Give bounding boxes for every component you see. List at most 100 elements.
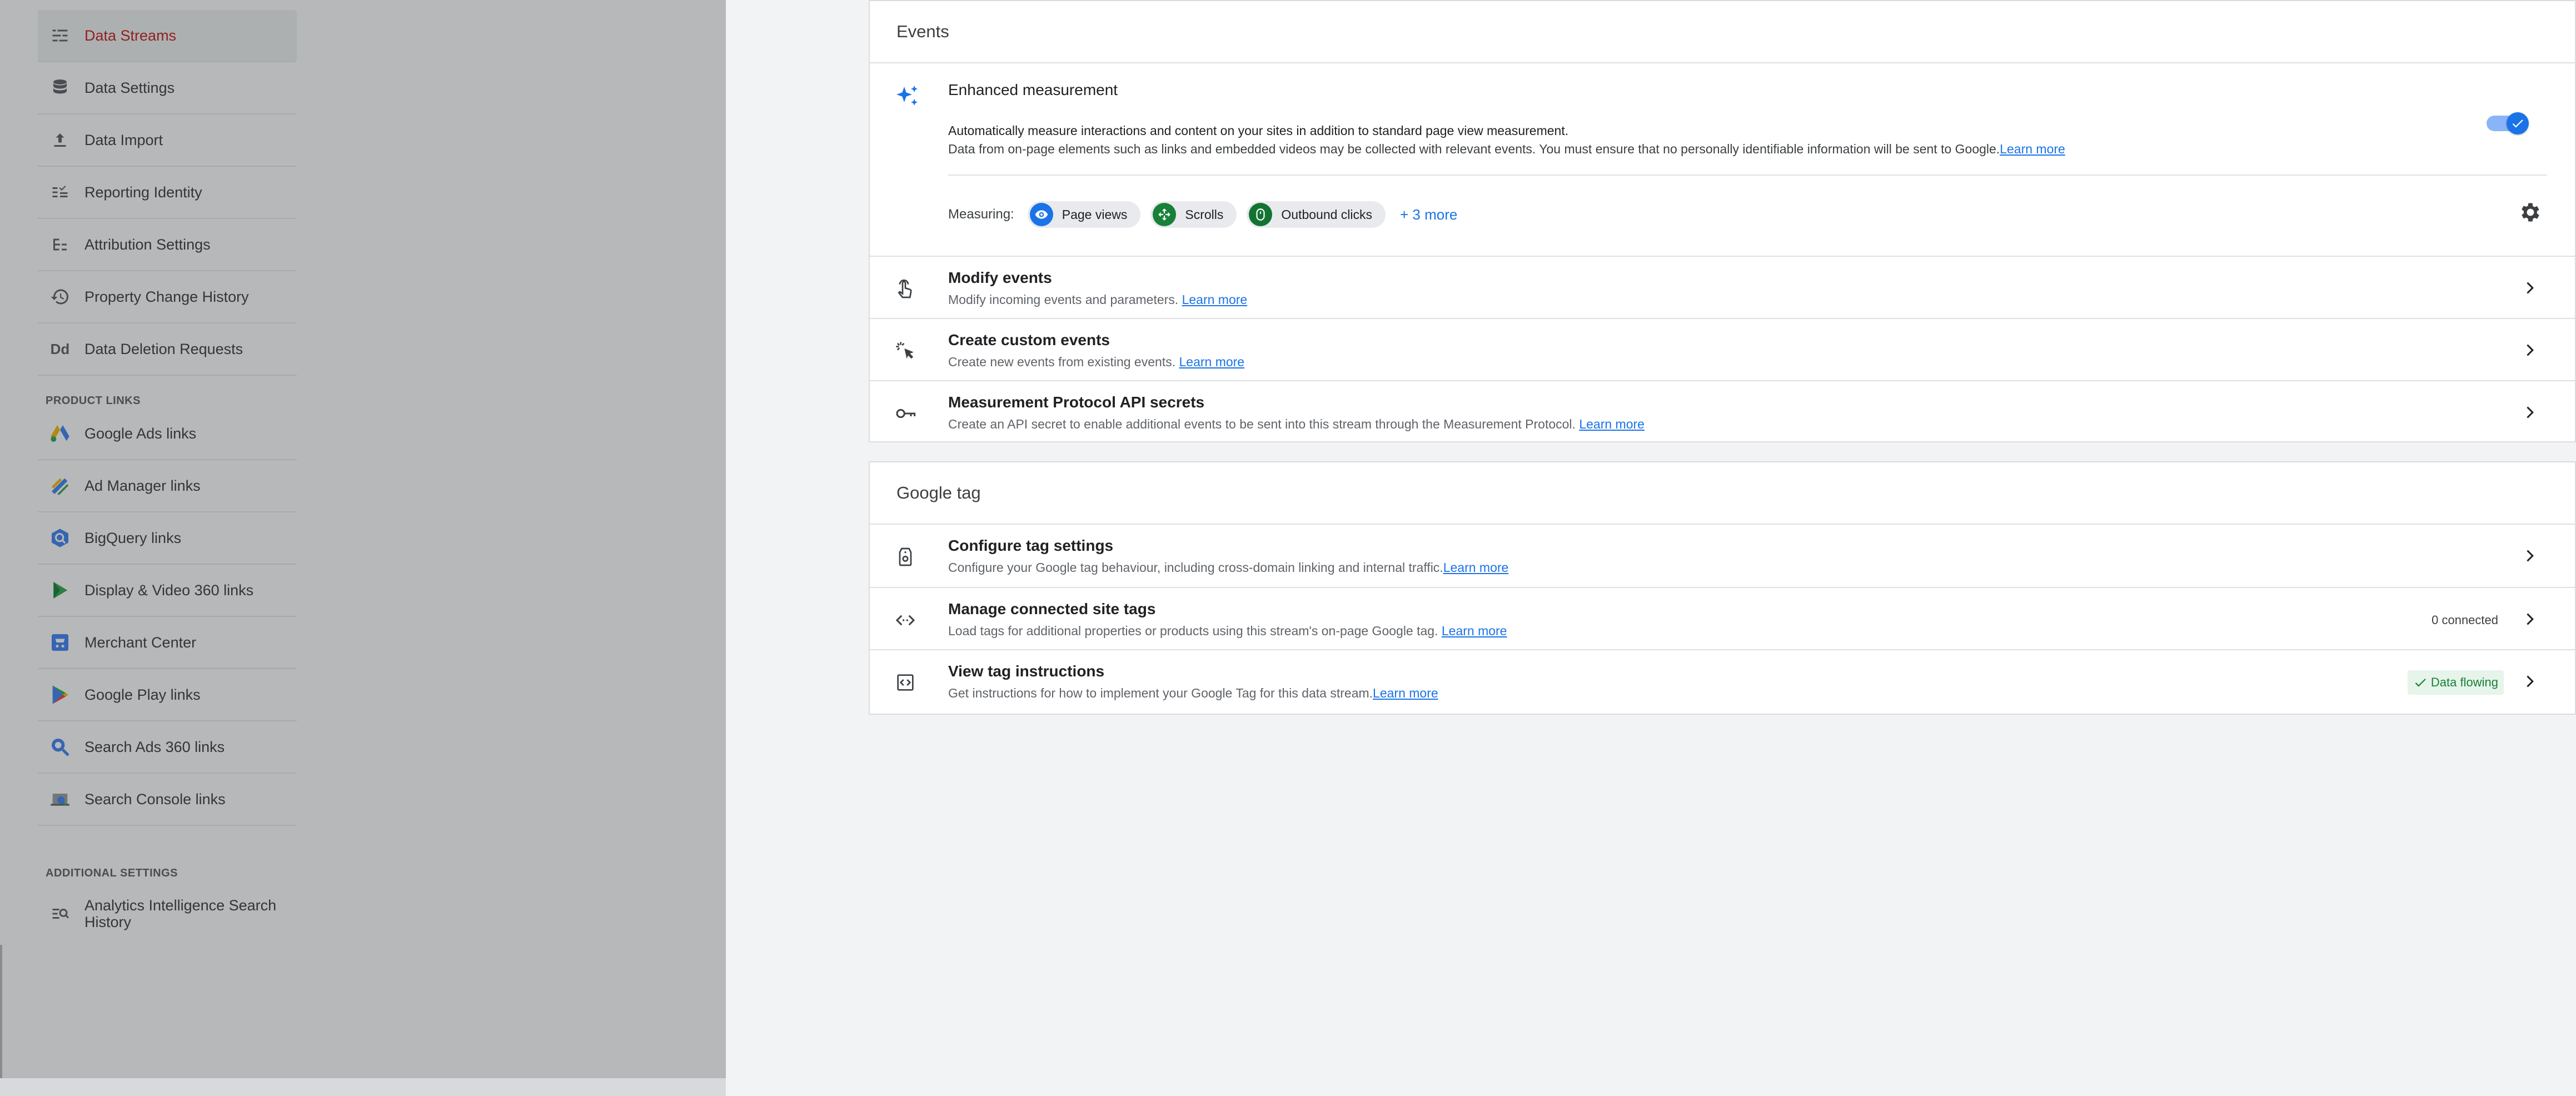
measuring-label: Measuring: <box>948 207 1014 222</box>
sidebar-item-data-import[interactable]: Data Import <box>38 114 297 167</box>
sidebar-item-google-play-links[interactable]: Google Play links <box>38 669 297 721</box>
chevron-right-icon[interactable] <box>2519 670 2542 693</box>
sidebar-edge <box>0 945 2 1078</box>
configure-tag-settings-row[interactable]: Configure tag settings Configure your Go… <box>870 525 2575 587</box>
sidebar-item-label-line1: Analytics Intelligence Search <box>84 897 277 914</box>
sidebar-item-data-settings[interactable]: Data Settings <box>38 62 297 114</box>
create-custom-events-row[interactable]: Create custom events Create new events f… <box>870 318 2575 380</box>
sidebar-item-data-streams[interactable]: Data Streams <box>38 10 297 62</box>
sidebar-item-google-ads-links[interactable]: Google Ads links <box>38 408 297 460</box>
learn-more-link[interactable]: Learn more <box>1179 355 1244 369</box>
search-ads-icon <box>49 736 71 758</box>
sidebar-item-label: BigQuery links <box>84 529 182 546</box>
badge-label: Data flowing <box>2430 675 2498 689</box>
chevron-right-icon[interactable] <box>2519 545 2542 567</box>
chevron-right-icon[interactable] <box>2519 401 2542 424</box>
sidebar-item-attribution-settings[interactable]: Attribution Settings <box>38 219 297 271</box>
sidebar-item-search-console-links[interactable]: Search Console links <box>38 774 297 826</box>
sidebar-item-label: Search Ads 360 links <box>84 738 225 755</box>
row-title: Manage connected site tags <box>948 600 1156 617</box>
admin-sidebar: Data Streams Data Settings Data Import R… <box>0 0 726 1096</box>
check-icon <box>2512 119 2523 128</box>
sidebar-item-merchant-center[interactable]: Merchant Center <box>38 617 297 669</box>
learn-more-link[interactable]: Learn more <box>1442 624 1507 638</box>
upload-icon <box>49 129 71 151</box>
product-links-heading: PRODUCT LINKS <box>46 395 141 407</box>
chip-label: Page views <box>1062 207 1128 222</box>
history-icon <box>49 286 71 308</box>
more-measurements-link[interactable]: + 3 more <box>1400 206 1457 223</box>
row-description-text: Load tags for additional properties or p… <box>948 624 1438 638</box>
learn-more-link[interactable]: Learn more <box>1373 686 1438 700</box>
sidebar-item-label: Display & Video 360 links <box>84 581 254 599</box>
events-card: Events Enhanced measurement Automaticall… <box>869 0 2576 442</box>
learn-more-link[interactable]: Learn more <box>1579 417 1645 431</box>
chevron-right-icon[interactable] <box>2519 277 2542 299</box>
google-play-icon <box>49 684 71 706</box>
events-card-title: Events <box>870 1 2575 63</box>
sidebar-item-data-deletion-requests[interactable]: Dd Data Deletion Requests <box>38 323 297 376</box>
row-description: Create new events from existing events. … <box>948 355 1244 370</box>
chip-label: Outbound clicks <box>1281 207 1373 222</box>
row-title: Measurement Protocol API secrets <box>948 393 1205 411</box>
row-description-text: Configure your Google tag behaviour, inc… <box>948 560 1443 575</box>
learn-more-link[interactable]: Learn more <box>1443 560 1509 575</box>
reporting-identity-icon <box>49 181 71 203</box>
modify-events-row[interactable]: Modify events Modify incoming events and… <box>870 256 2575 318</box>
enhanced-measurement-toggle[interactable] <box>2487 112 2529 134</box>
chip-scrolls: Scrolls <box>1150 201 1237 228</box>
google-tag-card-title: Google tag <box>870 462 2575 525</box>
sidebar-item-label: Data Streams <box>84 27 177 44</box>
dv360-icon <box>49 579 71 601</box>
search-history-icon <box>49 903 71 925</box>
sidebar-item-search-ads-360-links[interactable]: Search Ads 360 links <box>38 721 297 774</box>
sidebar-item-dv360-links[interactable]: Display & Video 360 links <box>38 565 297 617</box>
sidebar-item-label: Reporting Identity <box>84 183 202 201</box>
sidebar-item-ad-manager-links[interactable]: Ad Manager links <box>38 460 297 512</box>
sidebar-item-label: Data Settings <box>84 79 175 96</box>
measuring-chips: Measuring: Page views Scrolls Outbound c… <box>948 201 1457 228</box>
connected-count-badge: 0 connected <box>2431 613 2498 627</box>
check-icon <box>2415 679 2426 687</box>
chip-page-views: Page views <box>1027 201 1141 228</box>
sidebar-item-reporting-identity[interactable]: Reporting Identity <box>38 167 297 219</box>
eye-icon <box>1029 203 1053 226</box>
data-flowing-badge: Data flowing <box>2407 670 2504 695</box>
sidebar-item-bigquery-links[interactable]: BigQuery links <box>38 512 297 565</box>
row-description-text: Create new events from existing events. <box>948 355 1176 369</box>
row-description-text: Get instructions for how to implement yo… <box>948 686 1373 700</box>
privacy-note-text: Data from on-page elements such as links… <box>948 142 2000 156</box>
sparkle-click-icon <box>894 340 916 362</box>
view-tag-instructions-row[interactable]: View tag instructions Get instructions f… <box>870 649 2575 711</box>
sidebar-item-label: Google Play links <box>84 686 201 703</box>
manage-connected-site-tags-row[interactable]: Manage connected site tags Load tags for… <box>870 587 2575 649</box>
additional-settings-heading: ADDITIONAL SETTINGS <box>46 867 178 879</box>
sidebar-item-analytics-intelligence-search-history[interactable]: Analytics Intelligence Search History <box>38 886 297 941</box>
chevron-right-icon[interactable] <box>2519 608 2542 630</box>
learn-more-link[interactable]: Learn more <box>1182 292 1248 307</box>
enhanced-measurement-description: Automatically measure interactions and c… <box>948 123 1569 138</box>
sidebar-item-label: Data Import <box>84 131 163 148</box>
sidebar-item-label-line2: History <box>84 914 132 930</box>
tag-settings-icon <box>894 546 916 568</box>
sidebar-item-property-change-history[interactable]: Property Change History <box>38 271 297 323</box>
gear-icon[interactable] <box>2518 200 2543 225</box>
merchant-center-icon <box>49 631 71 654</box>
enhanced-measurement-title: Enhanced measurement <box>948 81 1118 98</box>
sidebar-item-label: Ad Manager links <box>84 477 201 494</box>
chevron-right-icon[interactable] <box>2519 339 2542 361</box>
enhanced-measurement-section: Enhanced measurement Automatically measu… <box>870 63 2575 256</box>
database-icon <box>49 77 71 99</box>
stream-details-sheet: Events Enhanced measurement Automaticall… <box>726 0 2576 1096</box>
code-icon <box>894 609 916 631</box>
divider <box>948 175 2547 176</box>
measurement-protocol-secrets-row[interactable]: Measurement Protocol API secrets Create … <box>870 380 2575 442</box>
sidebar-item-label: Analytics Intelligence Search History <box>84 897 276 930</box>
sidebar-item-label: Merchant Center <box>84 634 197 651</box>
ad-manager-icon <box>49 475 71 497</box>
dd-icon: Dd <box>50 340 70 357</box>
chip-label: Scrolls <box>1185 207 1224 222</box>
learn-more-link[interactable]: Learn more <box>2000 142 2065 156</box>
row-description-text: Create an API secret to enable additiona… <box>948 417 1576 431</box>
sidebar-item-label: Property Change History <box>84 288 249 305</box>
